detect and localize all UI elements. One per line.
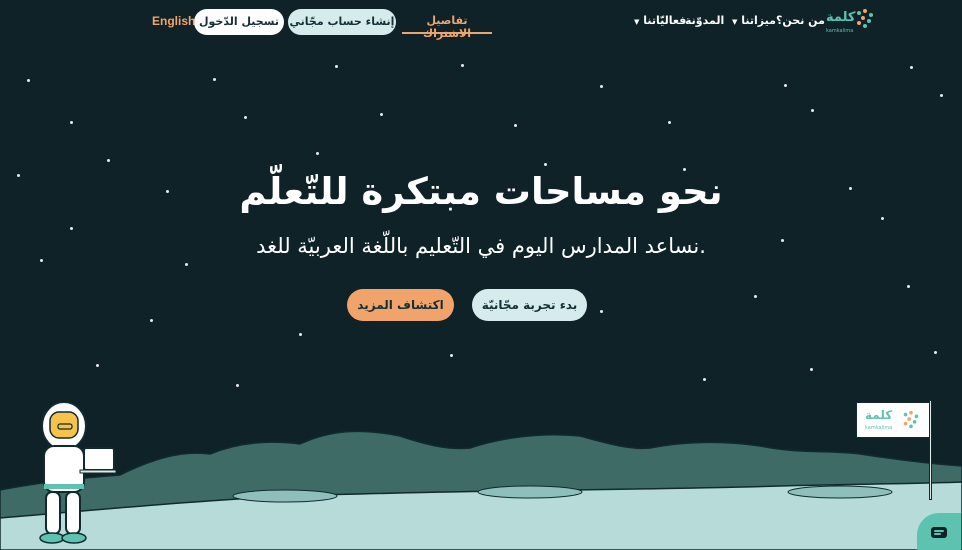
language-switch[interactable]: English: [152, 14, 195, 28]
astronaut-illustration: [39, 401, 117, 544]
explore-more-button[interactable]: اكتشاف المزيد: [347, 289, 454, 321]
chat-launcher-button[interactable]: [917, 513, 961, 550]
hero-title: نحو مساحات مبتكرة للتّعلّم: [239, 170, 723, 213]
nav-about[interactable]: من نحن؟: [776, 14, 825, 27]
logo-subtitle: kamkalima: [826, 28, 854, 34]
chevron-down-icon: ▼: [634, 18, 640, 26]
nav-about-label: من نحن؟: [776, 14, 825, 27]
kamkalima-logo[interactable]: كلمة kamkalima: [826, 6, 878, 38]
nav-events-label: فعاليّاتنا: [643, 14, 687, 27]
dot-cluster-icon: [857, 9, 873, 28]
login-button[interactable]: تسجيل الدّخول: [194, 9, 284, 35]
dot-cluster-icon: [903, 410, 919, 429]
logo-word: كلمة: [826, 10, 856, 25]
subscription-details-link[interactable]: تفاصيل الاشتراك: [402, 12, 492, 40]
hero-subtitle: نساعد المدارس اليوم في التّعليم باللّغة …: [256, 234, 706, 258]
create-free-account-button[interactable]: إنشاء حساب مجّاني: [288, 9, 396, 35]
nav-events[interactable]: ▼ فعاليّاتنا: [632, 14, 686, 27]
nav-features-label: ميزاتنا: [741, 14, 776, 27]
nav-features[interactable]: ▼ ميزاتنا: [730, 14, 776, 27]
chevron-down-icon: ▼: [732, 18, 738, 26]
flag-subtitle: kamkalima: [865, 425, 893, 431]
chat-bubble-icon: [931, 527, 947, 538]
free-trial-button[interactable]: بدء تجربة مجّانيّة: [472, 289, 587, 321]
moon-landscape: [0, 430, 962, 550]
nav-blog-label: المدوّنة: [685, 14, 725, 27]
site-header: كلمة kamkalima من نحن؟ ▼ ميزاتنا المدوّن…: [0, 0, 962, 44]
kamkalima-flag: كلمة kamkalima: [856, 402, 930, 438]
nav-blog[interactable]: المدوّنة: [685, 14, 724, 27]
flag-word: كلمة: [865, 408, 893, 422]
